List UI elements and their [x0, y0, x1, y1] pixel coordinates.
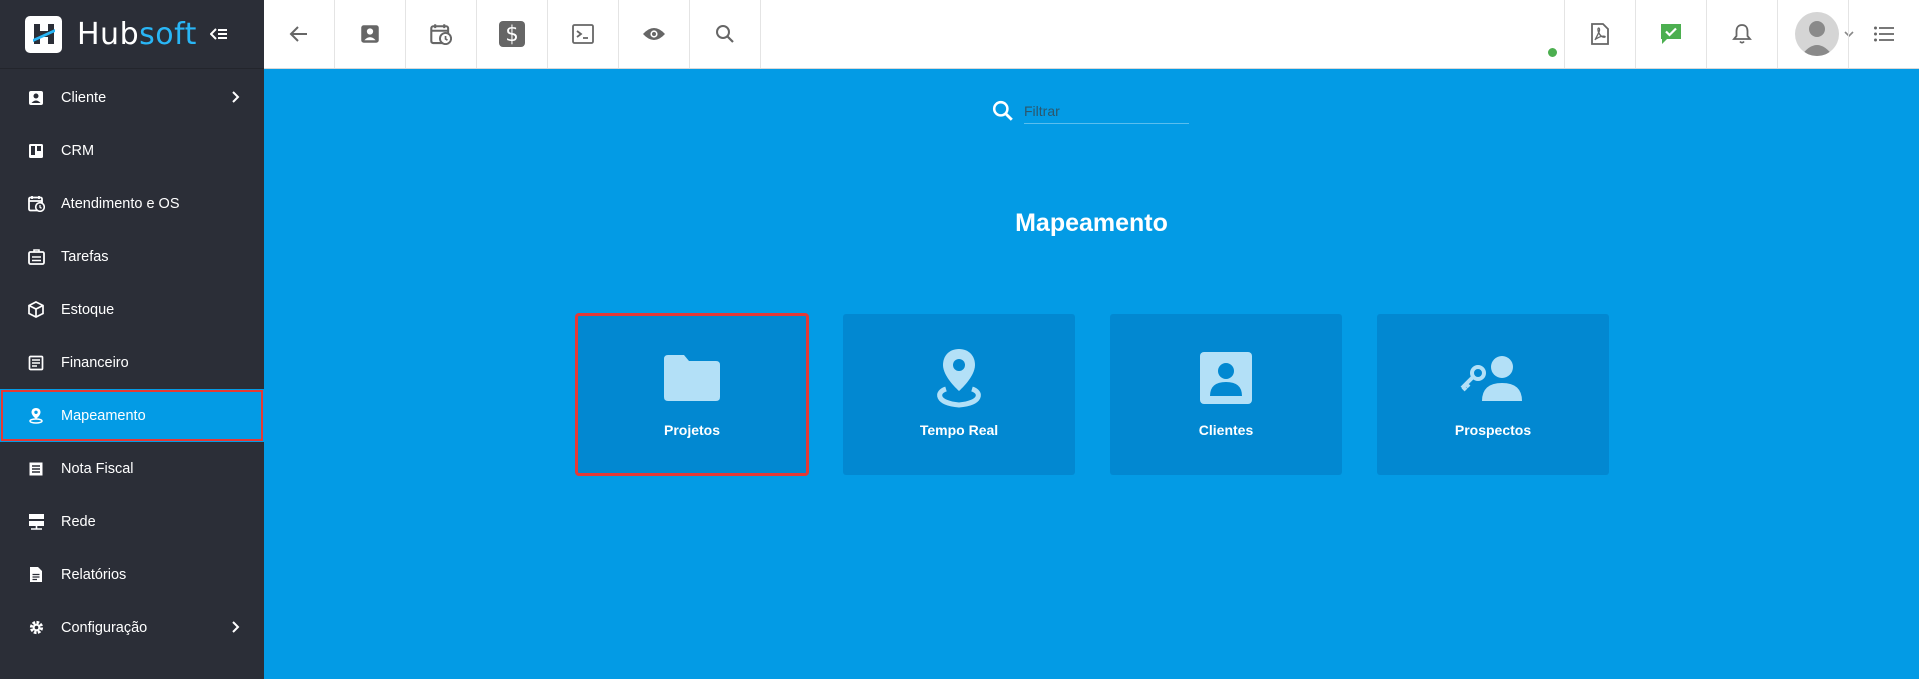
sidebar-item-cliente[interactable]: Cliente	[0, 71, 264, 124]
sidebar-item-label: Estoque	[61, 301, 115, 318]
terminal-icon	[572, 24, 594, 44]
brand-name-part2: soft	[139, 16, 197, 52]
bell-icon	[1732, 24, 1752, 44]
sidebar-item-configuracao[interactable]: Configuração	[0, 601, 264, 654]
brand-header: Hubsoft	[0, 0, 264, 69]
report-icon	[26, 565, 46, 585]
hubsoft-logo-icon[interactable]	[25, 15, 62, 53]
sidebar-item-label: Relatórios	[61, 566, 127, 583]
online-status-indicator	[1546, 46, 1559, 59]
chevron-right-icon	[232, 91, 240, 103]
sidebar-item-mapeamento[interactable]: Mapeamento	[0, 389, 264, 442]
chat-button[interactable]	[1635, 0, 1706, 68]
sidebar: Hubsoft Cliente CRM Atendimento e OS Tar…	[0, 0, 264, 679]
contact-card-icon	[361, 25, 379, 43]
top-toolbar: $	[264, 0, 1919, 69]
filter-bar	[992, 96, 1197, 126]
sidebar-item-estoque[interactable]: Estoque	[0, 283, 264, 336]
chat-check-icon	[1661, 24, 1681, 44]
sidebar-item-label: Nota Fiscal	[61, 460, 134, 477]
kanban-board-icon	[26, 141, 46, 161]
sidebar-item-label: Financeiro	[61, 354, 129, 371]
server-icon	[26, 512, 46, 532]
service-schedule-button[interactable]	[406, 0, 477, 68]
search-button[interactable]	[690, 0, 761, 68]
sidebar-item-label: Atendimento e OS	[61, 195, 180, 212]
filter-input[interactable]	[1024, 98, 1189, 124]
sidebar-item-label: Tarefas	[61, 248, 109, 265]
pdf-icon	[1591, 23, 1609, 45]
contact-card-icon	[1198, 348, 1254, 408]
toolbar-divider	[1777, 0, 1778, 68]
dollar-icon: $	[499, 21, 525, 47]
finance-button[interactable]: $	[477, 0, 548, 68]
notifications-button[interactable]	[1706, 0, 1777, 68]
map-pin-icon	[26, 406, 46, 426]
sidebar-item-financeiro[interactable]: Financeiro	[0, 336, 264, 389]
folder-icon	[662, 348, 722, 408]
sidebar-item-crm[interactable]: CRM	[0, 124, 264, 177]
view-button[interactable]	[619, 0, 690, 68]
sidebar-item-label: Mapeamento	[61, 407, 146, 424]
sidebar-item-tarefas[interactable]: Tarefas	[0, 230, 264, 283]
brand-name[interactable]: Hubsoft	[77, 17, 197, 52]
card-label: Projetos	[663, 422, 720, 438]
card-prospectos[interactable]: Prospectos	[1377, 314, 1609, 475]
card-tempo-real[interactable]: Tempo Real	[843, 314, 1075, 475]
gear-icon	[26, 618, 46, 638]
card-projetos[interactable]: Projetos	[575, 313, 809, 476]
clients-shortcut-button[interactable]	[335, 0, 406, 68]
back-arrow-icon	[289, 26, 307, 42]
receipt-icon	[26, 353, 46, 373]
brand-name-part1: Hub	[77, 16, 140, 52]
sidebar-item-nota-fiscal[interactable]: Nota Fiscal	[0, 442, 264, 495]
calendar-clock-icon	[26, 194, 46, 214]
eye-icon	[643, 28, 665, 40]
card-clientes[interactable]: Clientes	[1110, 314, 1342, 475]
chevron-right-icon	[232, 621, 240, 633]
card-label: Tempo Real	[919, 422, 999, 438]
sidebar-item-atendimento[interactable]: Atendimento e OS	[0, 177, 264, 230]
document-lines-icon	[26, 459, 46, 479]
menu-list-icon	[1874, 26, 1894, 42]
cube-icon	[26, 300, 46, 320]
sidebar-nav: Cliente CRM Atendimento e OS Tarefas Est…	[0, 69, 264, 654]
search-icon	[992, 100, 1013, 121]
avatar	[1795, 12, 1839, 56]
terminal-button[interactable]	[548, 0, 619, 68]
sidebar-item-label: Configuração	[61, 619, 148, 636]
pdf-button[interactable]	[1564, 0, 1635, 68]
search-icon	[716, 25, 734, 43]
sidebar-item-label: Rede	[61, 513, 96, 530]
task-list-icon	[26, 247, 46, 267]
menu-list-button[interactable]	[1848, 0, 1919, 68]
calendar-clock-icon	[430, 24, 452, 45]
location-pin-icon	[932, 348, 986, 408]
sidebar-item-rede[interactable]: Rede	[0, 495, 264, 548]
sidebar-item-relatorios[interactable]: Relatórios	[0, 548, 264, 601]
card-label: Prospectos	[1454, 422, 1532, 438]
card-label: Clientes	[1198, 422, 1254, 438]
back-button[interactable]	[264, 0, 335, 68]
user-key-icon	[1458, 348, 1528, 408]
sidebar-item-label: CRM	[61, 142, 95, 159]
page-title: Mapeamento	[1015, 209, 1168, 237]
sidebar-item-label: Cliente	[61, 89, 107, 106]
contact-card-icon	[26, 88, 46, 108]
collapse-sidebar-icon[interactable]	[207, 22, 231, 46]
